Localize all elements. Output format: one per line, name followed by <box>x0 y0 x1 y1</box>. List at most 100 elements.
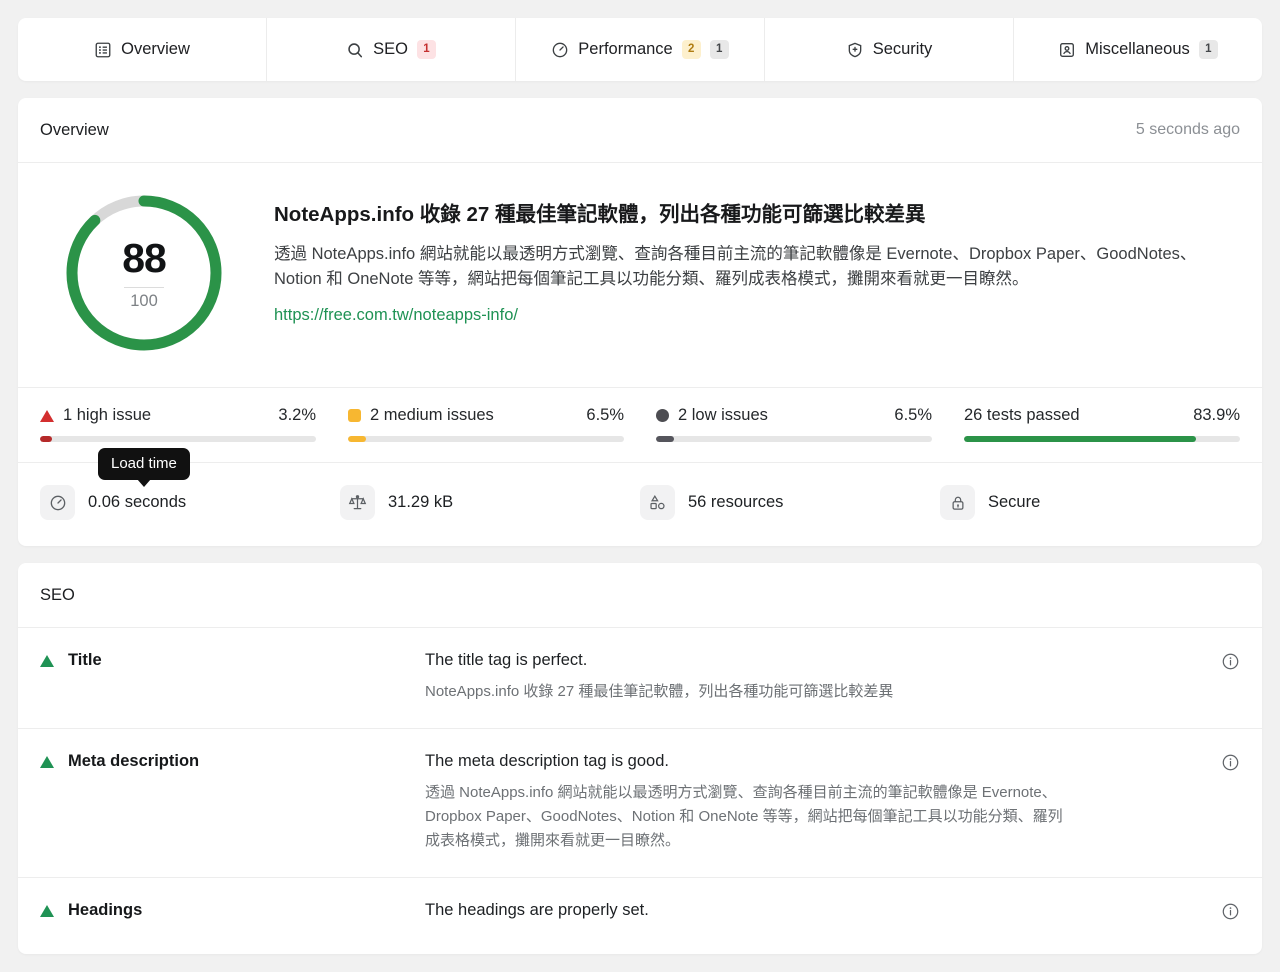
score-gauge: 88 100 <box>64 193 224 353</box>
issue-percent: 6.5% <box>894 406 932 424</box>
triangle-green-icon <box>40 904 54 917</box>
seo-check-detail: NoteApps.info 收錄 27 種最佳筆記軟體，列出各種功能可篩選比較差… <box>425 683 894 700</box>
issue-label-group: 1 high issue <box>40 406 151 425</box>
tab-badge-red: 1 <box>416 40 436 59</box>
page-root: Overview SEO 1 Performance 2 1 Security Miscell… <box>0 0 1280 972</box>
seo-check-row: Meta description The meta description tag… <box>18 729 1262 878</box>
site-url-link[interactable]: https://free.com.tw/noteapps-info/ <box>274 306 518 324</box>
site-description: 透過 NoteApps.info 網站就能以最透明方式瀏覽、查詢各種目前主流的筆… <box>274 244 1197 289</box>
issue-summary-header: 2 medium issues 6.5% <box>348 406 624 425</box>
shield-icon <box>846 41 864 59</box>
issue-progress-fill <box>40 436 53 442</box>
seo-card-header: SEO <box>18 563 1262 628</box>
seo-check-name: Headings <box>68 901 143 919</box>
issue-percent: 6.5% <box>586 406 624 424</box>
seo-check-body: The meta description tag is good. 透過 Note… <box>425 752 1221 853</box>
seo-check-row: Title The title tag is perfect. NoteApps.i… <box>18 628 1262 729</box>
issue-progress-fill <box>656 436 674 442</box>
seo-check-body: The headings are properly set. <box>425 901 1221 930</box>
issue-summary-row: 1 high issue 3.2% 2 medium issues 6.5% 2 low… <box>18 387 1262 462</box>
site-title: NoteApps.info 收錄 27 種最佳筆記軟體，列出各種功能可篩選比較差… <box>274 203 926 226</box>
tab-overview[interactable]: Overview <box>18 18 267 81</box>
tab-badge-grey: 1 <box>1198 40 1218 59</box>
metric-item[interactable]: Load time 0.06 seconds <box>40 448 340 520</box>
score-total: 100 <box>130 292 158 310</box>
metric-value: 56 resources <box>688 493 784 511</box>
triangle-green-icon <box>40 755 54 768</box>
score-gauge-center: 88 100 <box>64 193 224 353</box>
id-card-icon <box>1058 41 1076 59</box>
issue-progress-track <box>40 436 316 442</box>
seo-check-name-group: Meta description <box>40 752 425 771</box>
overview-timestamp: 5 seconds ago <box>1135 121 1240 138</box>
score-divider <box>124 287 164 288</box>
issue-label-group: 2 medium issues <box>348 406 494 425</box>
seo-check-row: Headings The headings are properly set. <box>18 878 1262 954</box>
issue-label: 26 tests passed <box>964 406 1080 424</box>
issue-label-group: 2 low issues <box>656 406 768 425</box>
site-summary: NoteApps.info 收錄 27 種最佳筆記軟體，列出各種功能可篩選比較差… <box>248 193 1240 353</box>
issue-percent: 83.9% <box>1193 406 1240 424</box>
issue-progress-track <box>964 436 1240 442</box>
seo-check-name: Title <box>68 651 102 669</box>
issue-progress-track <box>348 436 624 442</box>
scale-icon <box>340 485 375 520</box>
seo-row-list: Title The title tag is perfect. NoteApps.i… <box>18 628 1262 954</box>
issue-summary-item: 26 tests passed 83.9% <box>964 406 1240 442</box>
shapes-icon <box>640 485 675 520</box>
issue-label: 2 low issues <box>678 406 768 424</box>
metric-item[interactable]: 31.29 kB <box>340 485 640 520</box>
seo-check-detail: 透過 NoteApps.info 網站就能以最透明方式瀏覽、查詢各種目前主流的筆… <box>425 784 1063 849</box>
tab-security[interactable]: Security <box>765 18 1014 81</box>
main-tab-bar: Overview SEO 1 Performance 2 1 Security Miscell… <box>18 18 1262 81</box>
seo-card-title: SEO <box>40 585 75 604</box>
square-yellow-icon <box>348 409 361 422</box>
issue-progress-fill <box>348 436 366 442</box>
seo-check-name: Meta description <box>68 752 200 770</box>
issue-summary-item: 2 medium issues 6.5% <box>348 406 656 442</box>
tab-seo[interactable]: SEO 1 <box>267 18 516 81</box>
issue-summary-header: 26 tests passed 83.9% <box>964 406 1240 425</box>
overview-body: 88 100 NoteApps.info 收錄 27 種最佳筆記軟體，列出各種功… <box>18 163 1262 387</box>
speedometer-icon <box>40 485 75 520</box>
tab-label: SEO <box>373 40 408 58</box>
issue-summary-header: 2 low issues 6.5% <box>656 406 932 425</box>
issue-summary-item: 1 high issue 3.2% <box>40 406 348 442</box>
seo-check-name-group: Headings <box>40 901 425 920</box>
tab-badge-grey: 1 <box>709 40 729 59</box>
metric-value: Secure <box>988 493 1041 511</box>
tab-label: Miscellaneous <box>1085 40 1190 58</box>
search-icon <box>346 41 364 59</box>
issue-label: 1 high issue <box>63 406 152 424</box>
score-value: 88 <box>122 235 167 281</box>
issue-summary-header: 1 high issue 3.2% <box>40 406 316 425</box>
seo-check-body: The title tag is perfect. NoteApps.info 收… <box>425 651 1221 704</box>
overview-card: Overview 5 seconds ago 88 100 NoteApps.i… <box>18 98 1262 546</box>
triangle-green-icon <box>40 654 54 667</box>
overview-card-header: Overview 5 seconds ago <box>18 98 1262 163</box>
score-gauge-wrapper: 88 100 <box>40 193 248 353</box>
lock-icon <box>940 485 975 520</box>
triangle-red-icon <box>40 409 54 422</box>
info-icon[interactable] <box>1221 752 1240 777</box>
tab-label: Security <box>872 40 933 58</box>
issue-progress-fill <box>964 436 1196 442</box>
seo-check-name-group: Title <box>40 651 425 670</box>
tab-label: Performance <box>578 40 673 58</box>
metric-item[interactable]: 56 resources <box>640 485 940 520</box>
seo-check-headline: The headings are properly set. <box>425 901 649 919</box>
info-icon[interactable] <box>1221 651 1240 676</box>
tab-miscellaneous[interactable]: Miscellaneous 1 <box>1014 18 1262 81</box>
metric-tooltip: Load time <box>98 448 190 487</box>
list-report-icon <box>94 41 112 59</box>
seo-check-headline: The title tag is perfect. <box>425 651 588 669</box>
metric-item[interactable]: Secure <box>940 485 1240 520</box>
metric-value: 31.29 kB <box>388 493 454 511</box>
metrics-row: Load time 0.06 seconds 31.29 kB 56 resource… <box>18 448 1262 546</box>
metric-value: 0.06 seconds <box>88 493 187 511</box>
info-icon[interactable] <box>1221 901 1240 926</box>
overview-card-title: Overview <box>40 120 109 139</box>
tab-performance[interactable]: Performance 2 1 <box>516 18 765 81</box>
tab-label: Overview <box>121 40 190 58</box>
seo-check-headline: The meta description tag is good. <box>425 752 669 770</box>
